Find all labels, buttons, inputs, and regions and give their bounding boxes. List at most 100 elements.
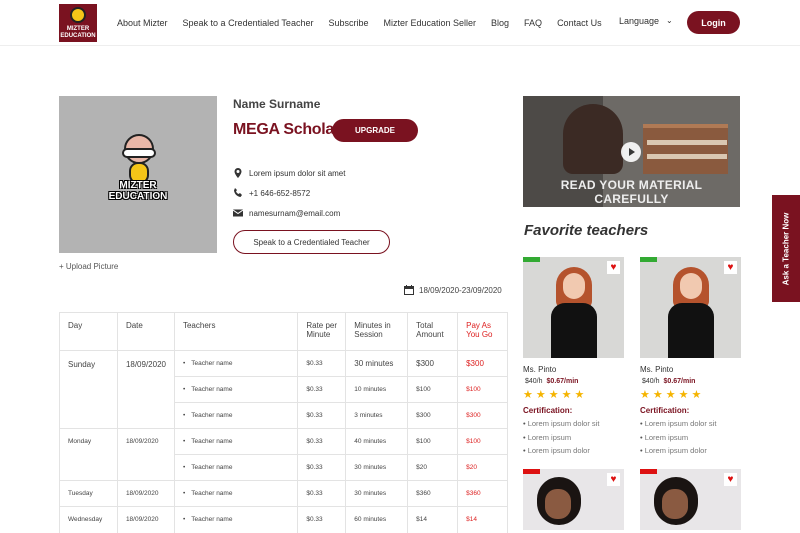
bullet-icon: • [182,386,186,393]
favorite-teachers-title: Favorite teachers [524,222,649,239]
cell-teacher[interactable]: • Teacher name [173,506,298,533]
cell-date: 18/09/2020 [116,350,175,429]
mascot-icon [70,7,86,23]
teacher-name: Teacher name [191,386,233,393]
logo-text: MIZTER EDUCATION [60,26,96,39]
list-item: Lorem ipsum dolor sit [640,417,717,431]
nav-link-seller[interactable]: Mizter Education Seller [383,18,476,28]
certification-label: Certification: [523,406,573,415]
date-range[interactable]: 18/09/2020-23/09/2020 [404,285,502,295]
cell-total: $300 [407,350,458,377]
cell-teacher[interactable]: • Teacher name [173,428,298,455]
col-day: Day [59,312,118,351]
heart-icon[interactable]: ♥ [607,261,620,274]
col-total: Total Amount [407,312,459,351]
certification-list: Lorem ipsum dolor sit Lorem ipsum Lorem … [640,417,717,458]
teacher-name: Teacher name [191,464,233,471]
address-text: Lorem ipsum dolor sit amet [249,168,346,178]
teacher-name: Teacher name [191,412,233,419]
video-caption: READ YOUR MATERIAL CAREFULLY [560,178,703,206]
cell-day: Monday [59,428,118,481]
teacher-name: Teacher name [191,438,233,445]
teacher-rate: $40/h $0.67/min [525,378,578,385]
table-header-row: Day Date Teachers Rate per Minute Minute… [59,312,508,351]
nav-link-contact[interactable]: Contact Us [557,18,602,28]
cell-minutes: 10 minutes [345,376,408,403]
mascot-glasses [122,148,156,158]
phone-row: +1 646-652-8572 [233,188,310,198]
teacher-face [662,489,688,519]
cell-total: $14 [407,506,458,533]
upgrade-button[interactable]: UPGRADE [332,119,418,142]
address-row: Lorem ipsum dolor sit amet [233,168,345,178]
nav-link-blog[interactable]: Blog [491,18,509,28]
teacher-face [563,273,585,299]
cell-rate: $0.33 [297,350,346,377]
nav-link-faq[interactable]: FAQ [524,18,542,28]
bullet-icon: • [182,490,186,497]
list-item: Lorem ipsum dolor [640,444,716,458]
play-icon[interactable] [621,142,641,162]
table-row: Wednesday 18/09/2020 • Teacher name $0.33… [59,506,508,533]
nav-link-about[interactable]: About Mizter [117,18,168,28]
online-status-indicator [640,257,657,262]
cell-payg: $300 [457,402,508,429]
cell-teacher[interactable]: • Teacher name [173,454,298,481]
heart-icon[interactable]: ♥ [724,261,737,274]
promo-video[interactable]: READ YOUR MATERIAL CAREFULLY [523,96,740,207]
phone-icon [234,188,242,197]
video-person [563,104,623,174]
offline-status-indicator [640,469,657,474]
cell-teacher[interactable]: • Teacher name [173,480,298,507]
col-date: Date [116,312,175,351]
cell-day: Wednesday [59,506,118,533]
table-row: Monday 18/09/2020 • Teacher name $0.33 40… [59,428,508,481]
bullet-icon: • [182,412,186,419]
chevron-down-icon: ⌄ [666,16,673,25]
cell-payg: $300 [457,350,508,377]
phone-text: +1 646-652-8572 [249,188,311,198]
star-rating: ★★★★★ [523,389,588,401]
heart-icon[interactable]: ♥ [724,473,737,486]
top-navbar: MIZTER EDUCATION About Mizter Speak to a… [0,0,800,46]
cell-minutes: 30 minutes [345,350,408,377]
cell-minutes: 30 minutes [345,480,408,507]
cell-teacher[interactable]: • Teacher name [173,350,298,377]
sessions-table: Day Date Teachers Rate per Minute Minute… [59,312,508,533]
nav-link-subscribe[interactable]: Subscribe [328,18,368,28]
cell-teacher[interactable]: • Teacher name [173,402,298,429]
teacher-face [680,273,702,299]
mail-icon [233,209,243,217]
site-logo[interactable]: MIZTER EDUCATION [59,4,97,42]
mizter-mascot-logo: MIZTER EDUCATION [105,134,171,214]
teacher-name: Teacher name [191,516,233,524]
cell-date: 18/09/2020 [116,480,175,507]
col-teachers: Teachers [173,312,299,351]
teacher-name: Ms. Pinto [523,365,557,374]
list-item: Lorem ipsum dolor [523,444,599,458]
cell-rate: $0.33 [297,402,346,429]
email-row: namesurnam@email.com [233,208,340,218]
online-status-indicator [523,257,540,262]
cell-rate: $0.33 [297,376,346,403]
speak-teacher-button[interactable]: Speak to a Credentialed Teacher [233,230,390,254]
cell-payg: $360 [457,480,508,507]
cell-rate: $0.33 [297,454,346,481]
cell-total: $300 [407,402,458,429]
rate-per-minute: $0.67/min [663,378,696,385]
cell-rate: $0.33 [297,428,346,455]
language-select[interactable]: Language ⌄ [619,16,673,26]
cell-payg: $100 [457,428,508,455]
login-button[interactable]: Login [687,11,740,34]
nav-links: About Mizter Speak to a Credentialed Tea… [117,0,617,46]
heart-icon[interactable]: ♥ [607,473,620,486]
cell-teacher[interactable]: • Teacher name [173,376,298,403]
table-row: Sunday 18/09/2020 • Teacher name $0.33 30… [59,350,508,429]
book-pages [647,154,727,159]
certification-label: Certification: [640,406,690,415]
date-range-text: 18/09/2020-23/09/2020 [419,285,502,295]
ask-teacher-tab[interactable]: Ask a Teacher Now [772,195,800,302]
nav-link-speak[interactable]: Speak to a Credentialed Teacher [183,18,314,28]
cell-total: $360 [407,480,458,507]
upload-picture-link[interactable]: + Upload Picture [59,262,118,271]
